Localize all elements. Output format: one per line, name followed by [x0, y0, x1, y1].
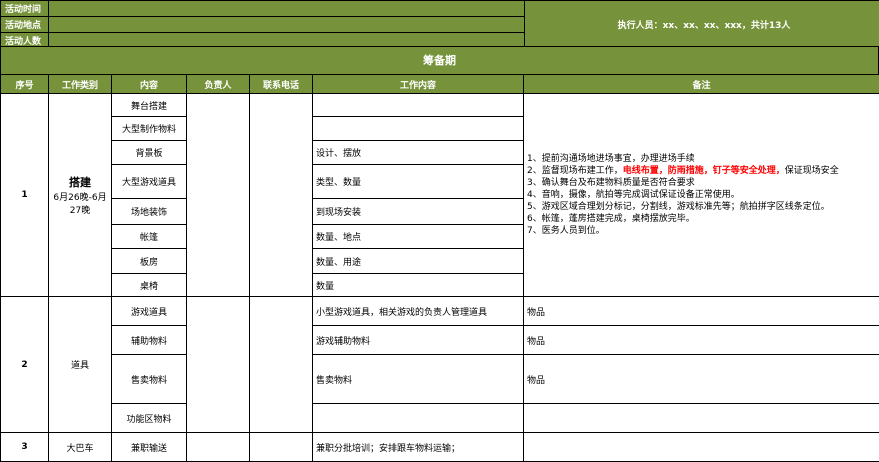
table-row: 辅助物料 游戏辅助物料 物品	[1, 326, 879, 355]
content-cell[interactable]: 售卖物料	[112, 355, 187, 404]
table-row: 1 搭建 6月26晚-6月27晚 舞台搭建 1、提前沟通场地进场事宜，办理进场手…	[1, 94, 879, 117]
content-cell[interactable]: 帐篷	[112, 225, 187, 249]
group1-category-cell: 搭建 6月26晚-6月27晚	[49, 94, 112, 297]
group2-owner[interactable]	[187, 297, 250, 433]
content-cell[interactable]: 辅助物料	[112, 326, 187, 355]
table-row: 功能区物料	[1, 404, 879, 433]
event-place-cell[interactable]	[49, 17, 525, 33]
remark-text: 保证现场安全	[785, 166, 839, 176]
header-category: 工作类别	[49, 75, 112, 94]
remark-line: 5、游戏区域合理划分标记，分割线，游戏标准先等；航拍拼字区线条定位。	[527, 201, 876, 213]
work-cell[interactable]: 数量、用途	[313, 249, 524, 274]
remark-cell[interactable]: 物品	[524, 297, 879, 326]
table-row: 3 大巴车 兼职输送 兼职分批培训；安排跟车物料运输；	[1, 433, 879, 462]
group3-no: 3	[1, 433, 49, 462]
table-row: 售卖物料 售卖物料 物品	[1, 355, 879, 404]
group3-owner[interactable]	[187, 433, 250, 462]
group1-no: 1	[1, 94, 49, 297]
event-info-table: 活动时间 执行人员：xx、xx、xx、xxx，共计13人 活动地点 活动人数	[0, 0, 879, 49]
preparation-table: 序号 工作类别 内容 负责人 联系电话 工作内容 备注 1 搭建 6月26晚-6…	[0, 74, 879, 462]
work-cell[interactable]: 售卖物料	[313, 355, 524, 404]
work-cell[interactable]: 到现场安装	[313, 199, 524, 225]
header-content: 内容	[112, 75, 187, 94]
content-cell[interactable]: 大型制作物料	[112, 117, 187, 141]
group1-phone[interactable]	[250, 94, 313, 297]
work-cell[interactable]	[313, 94, 524, 117]
remark-line: 1、提前沟通场地进场事宜，办理进场手续	[527, 153, 876, 165]
header-remark: 备注	[524, 75, 879, 94]
group1-category: 搭建	[52, 174, 108, 190]
work-cell[interactable]: 设计、摆放	[313, 141, 524, 165]
work-cell[interactable]	[313, 117, 524, 141]
work-cell[interactable]: 数量、地点	[313, 225, 524, 249]
remark-cell[interactable]: 物品	[524, 326, 879, 355]
content-cell[interactable]: 桌椅	[112, 274, 187, 297]
group3-category: 大巴车	[49, 433, 112, 462]
group2-no: 2	[1, 297, 49, 433]
label-event-place: 活动地点	[1, 17, 49, 33]
header-phone: 联系电话	[250, 75, 313, 94]
group1-remarks[interactable]: 1、提前沟通场地进场事宜，办理进场手续 2、监督现场布建工作，电线布置，防雨措施…	[524, 94, 879, 297]
remark-line: 3、确认舞台及布建物料质量是否符合要求	[527, 177, 876, 189]
remark-line: 2、监督现场布建工作，电线布置，防雨措施，钉子等安全处理，保证现场安全	[527, 165, 876, 177]
table-row: 2 道具 游戏道具 小型游戏道具，相关游戏的负责人管理道具 物品	[1, 297, 879, 326]
remark-cell[interactable]	[524, 433, 879, 462]
content-cell[interactable]: 舞台搭建	[112, 94, 187, 117]
content-cell[interactable]: 背景板	[112, 141, 187, 165]
group1-date: 6月26晚-6月27晚	[52, 190, 108, 216]
event-time-cell[interactable]	[49, 1, 525, 17]
content-cell[interactable]: 兼职输送	[112, 433, 187, 462]
schedule-sheet: 活动时间 执行人员：xx、xx、xx、xxx，共计13人 活动地点 活动人数 筹…	[0, 0, 879, 460]
remark-cell[interactable]: 物品	[524, 355, 879, 404]
work-cell[interactable]	[313, 404, 524, 433]
label-event-time: 活动时间	[1, 1, 49, 17]
content-cell[interactable]: 功能区物料	[112, 404, 187, 433]
header-no: 序号	[1, 75, 49, 94]
remark-line: 6、帐篷，蓬房搭建完成，桌椅摆放完毕。	[527, 213, 876, 225]
remark-text: 2、监督现场布建工作，	[527, 166, 623, 176]
group2-phone[interactable]	[250, 297, 313, 433]
content-cell[interactable]: 大型游戏道具	[112, 165, 187, 199]
content-cell[interactable]: 游戏道具	[112, 297, 187, 326]
remark-highlight: 电线布置，防雨措施，钉子等安全处理，	[623, 166, 785, 176]
group3-phone[interactable]	[250, 433, 313, 462]
work-cell[interactable]: 兼职分批培训；安排跟车物料运输；	[313, 433, 524, 462]
content-cell[interactable]: 板房	[112, 249, 187, 274]
group1-owner[interactable]	[187, 94, 250, 297]
remark-line: 4、音响，摄像，航拍等完成调试保证设备正常使用。	[527, 189, 876, 201]
executor-summary: 执行人员：xx、xx、xx、xxx，共计13人	[525, 1, 879, 49]
section-banner: 筹备期	[0, 46, 879, 75]
content-cell[interactable]: 场地装饰	[112, 199, 187, 225]
group2-category: 道具	[49, 297, 112, 433]
work-cell[interactable]: 游戏辅助物料	[313, 326, 524, 355]
work-cell[interactable]: 小型游戏道具，相关游戏的负责人管理道具	[313, 297, 524, 326]
header-owner: 负责人	[187, 75, 250, 94]
header-row: 序号 工作类别 内容 负责人 联系电话 工作内容 备注	[1, 75, 879, 94]
work-cell[interactable]: 类型、数量	[313, 165, 524, 199]
header-work: 工作内容	[313, 75, 524, 94]
work-cell[interactable]: 数量	[313, 274, 524, 297]
remark-cell[interactable]	[524, 404, 879, 433]
remark-line: 7、医务人员到位。	[527, 225, 876, 237]
